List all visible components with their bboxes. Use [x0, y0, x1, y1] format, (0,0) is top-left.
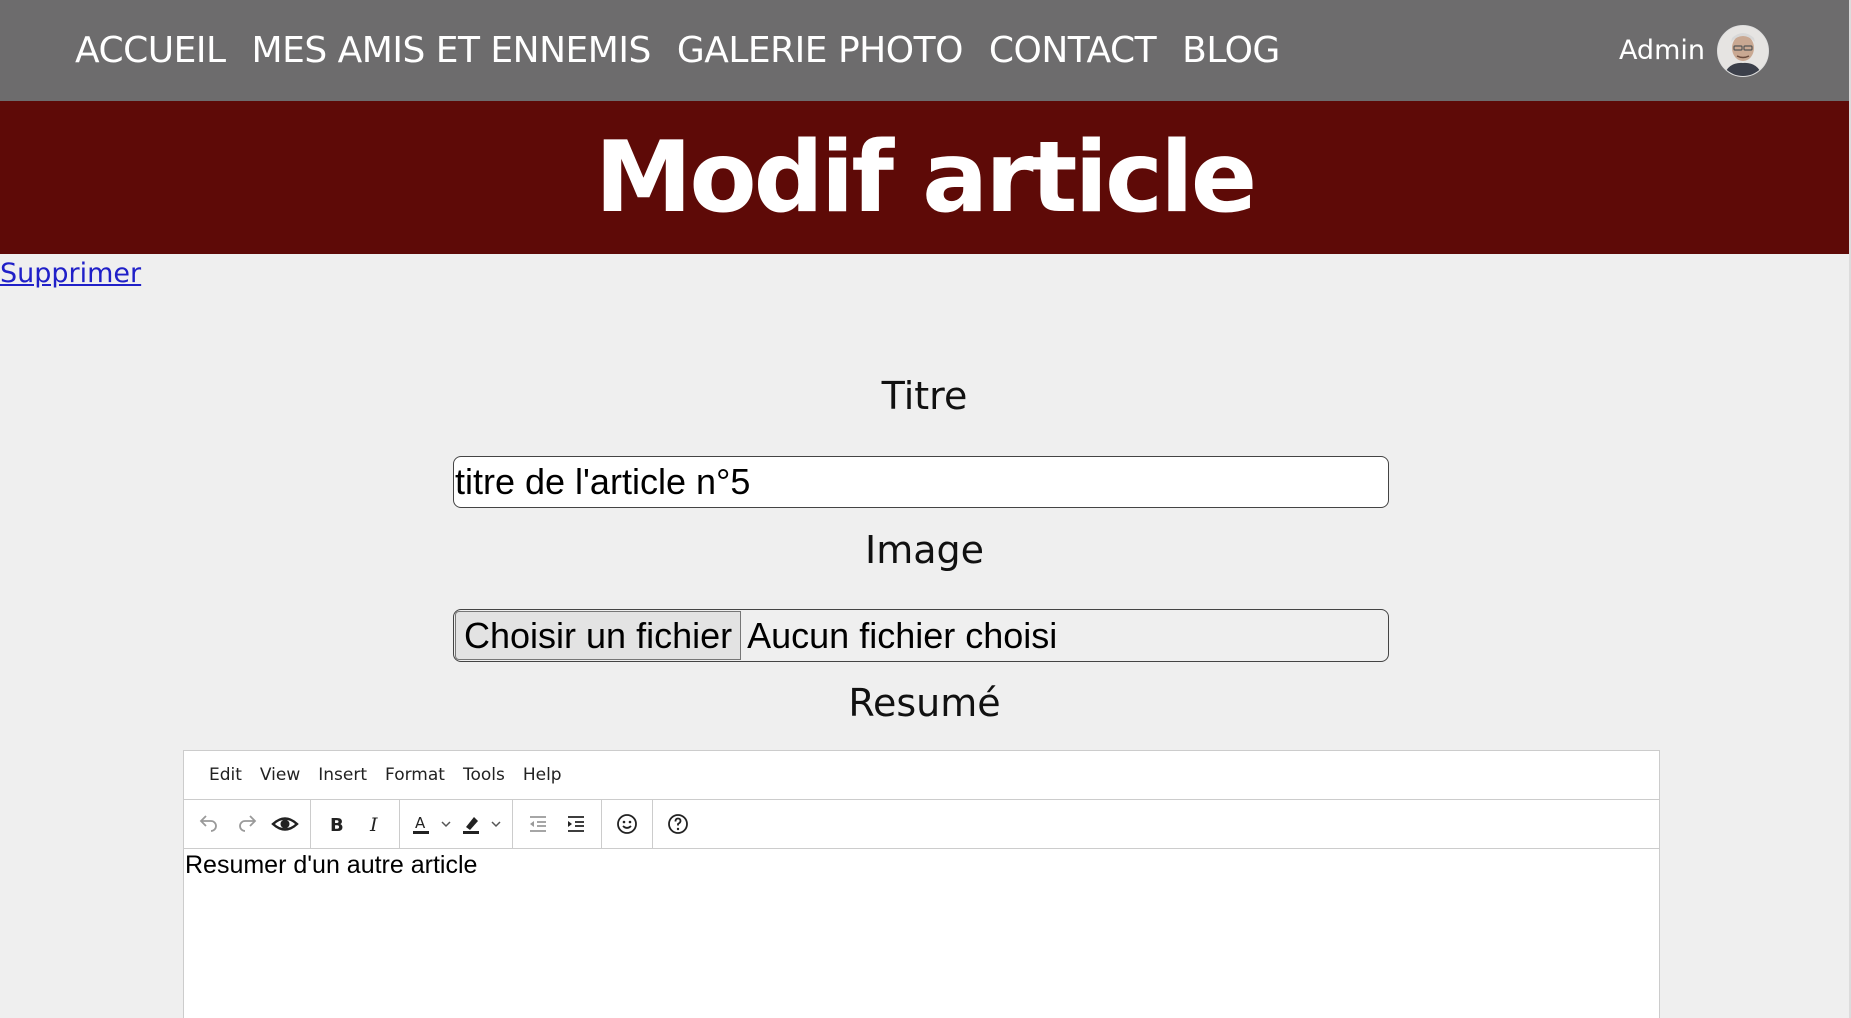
menu-edit[interactable]: Edit — [200, 765, 251, 785]
text-color-chevron-down-icon[interactable] — [436, 805, 456, 843]
svg-text:I: I — [369, 814, 378, 836]
text-color-icon[interactable]: A — [406, 805, 436, 843]
image-label: Image — [864, 528, 984, 572]
nav-link-contact[interactable]: CONTACT — [989, 30, 1157, 71]
svg-text:A: A — [415, 814, 426, 832]
toolbar-group-indent — [513, 800, 602, 848]
bold-icon[interactable]: B — [317, 805, 355, 843]
editor-menubar: Edit View Insert Format Tools Help — [184, 751, 1659, 800]
preview-icon[interactable] — [266, 805, 304, 843]
redo-icon[interactable] — [228, 805, 266, 843]
menu-format[interactable]: Format — [376, 765, 454, 785]
outdent-icon[interactable] — [519, 805, 557, 843]
toolbar-group-color: A — [400, 800, 513, 848]
toolbar-group-emoticons — [602, 800, 653, 848]
page: ACCUEIL MES AMIS ET ENNEMIS GALERIE PHOT… — [0, 0, 1851, 1018]
file-status: Aucun fichier choisi — [747, 614, 1058, 656]
nav-links: ACCUEIL MES AMIS ET ENNEMIS GALERIE PHOT… — [75, 0, 1280, 101]
editor-toolbar: B I A — [184, 800, 1659, 849]
summary-label: Resumé — [848, 681, 1001, 725]
help-icon[interactable] — [659, 805, 697, 843]
undo-icon[interactable] — [190, 805, 228, 843]
emoticons-icon[interactable] — [608, 805, 646, 843]
title-label: Titre — [881, 374, 968, 418]
italic-icon[interactable]: I — [355, 805, 393, 843]
toolbar-group-help — [653, 800, 703, 848]
avatar[interactable] — [1717, 24, 1769, 77]
nav-link-accueil[interactable]: ACCUEIL — [75, 30, 226, 71]
nav-link-galerie-photo[interactable]: GALERIE PHOTO — [677, 30, 964, 71]
choose-file-button[interactable]: Choisir un fichier — [455, 611, 742, 660]
editor-paragraph: Resumer d'un autre article — [185, 851, 478, 879]
user-menu[interactable]: Admin — [1619, 0, 1769, 101]
nav-link-blog[interactable]: BLOG — [1182, 30, 1280, 71]
navbar: ACCUEIL MES AMIS ET ENNEMIS GALERIE PHOT… — [0, 0, 1849, 101]
highlight-chevron-down-icon[interactable] — [486, 805, 506, 843]
highlight-icon[interactable] — [456, 805, 486, 843]
menu-help[interactable]: Help — [514, 765, 571, 785]
editor-content[interactable]: Resumer d'un autre article — [184, 849, 1659, 882]
nav-link-amis-ennemis[interactable]: MES AMIS ET ENNEMIS — [252, 30, 652, 71]
page-banner: Modif article — [0, 101, 1849, 254]
menu-tools[interactable]: Tools — [454, 765, 514, 785]
indent-icon[interactable] — [557, 805, 595, 843]
user-name[interactable]: Admin — [1619, 35, 1705, 66]
page-title: Modif article — [594, 120, 1257, 235]
menu-insert[interactable]: Insert — [309, 765, 376, 785]
toolbar-group-history — [184, 800, 311, 848]
delete-link[interactable]: Supprimer — [0, 258, 141, 289]
svg-text:B: B — [330, 815, 344, 836]
menu-view[interactable]: View — [251, 765, 309, 785]
image-file-input[interactable]: Choisir un fichier Aucun fichier choisi — [453, 609, 1389, 662]
toolbar-group-format: B I — [311, 800, 400, 848]
title-input[interactable] — [453, 456, 1389, 508]
rich-text-editor: Edit View Insert Format Tools Help B I A… — [183, 750, 1660, 1018]
